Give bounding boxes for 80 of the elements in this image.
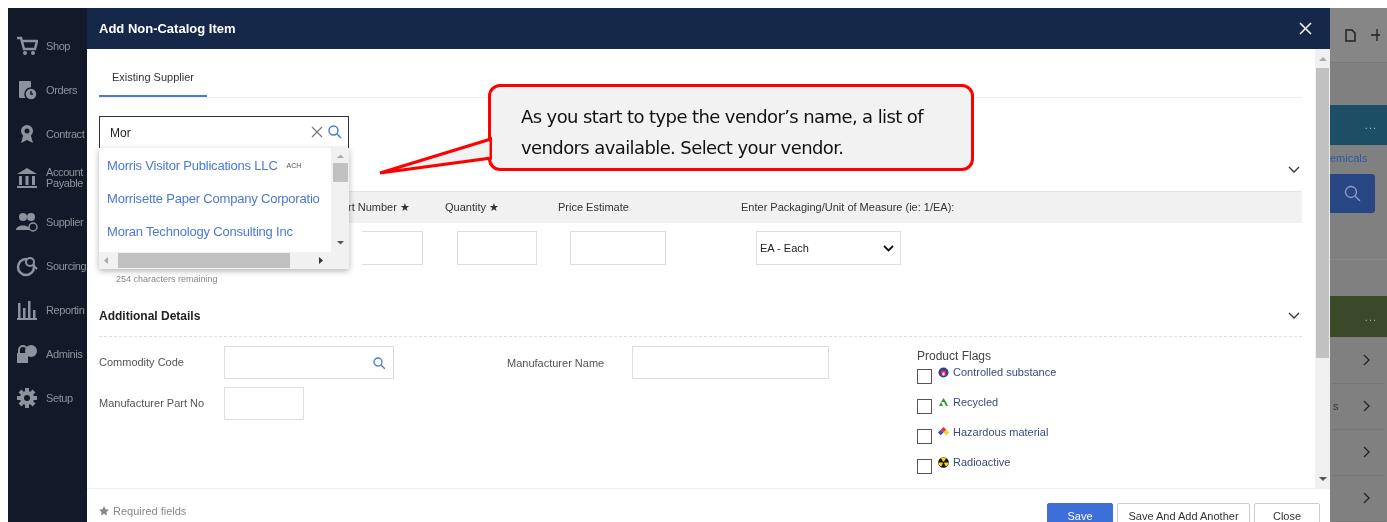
column-header: Quantity ★ xyxy=(445,201,500,214)
field-label: Manufacturer Name xyxy=(507,356,606,371)
search-field[interactable]: Mor xyxy=(99,116,349,149)
checkbox[interactable] xyxy=(917,459,932,474)
field-label: Product Flags xyxy=(917,349,993,363)
button[interactable]: Save xyxy=(1047,503,1113,522)
scrollbar[interactable] xyxy=(331,148,349,252)
chevron-right-icon[interactable] xyxy=(1363,446,1371,459)
checkbox[interactable] xyxy=(917,369,932,384)
column-header: Price Estimate xyxy=(558,201,629,214)
suggestion-item[interactable]: Moran Technology Consulting Inc xyxy=(107,222,293,242)
input-field[interactable] xyxy=(457,231,537,265)
radiation-icon xyxy=(938,457,949,468)
building-icon xyxy=(938,367,949,378)
clear-icon[interactable] xyxy=(311,126,323,138)
sidebar-item[interactable]: Adminis xyxy=(46,348,82,360)
flag-label[interactable]: Hazardous material xyxy=(953,426,1049,438)
section-title: Additional Details xyxy=(99,307,201,325)
button[interactable]: Save And Add Another xyxy=(1117,503,1250,522)
input-field[interactable] xyxy=(632,346,829,379)
dialog-title: Add Non-Catalog Item xyxy=(99,19,236,38)
bank-icon[interactable] xyxy=(16,167,38,189)
input-field[interactable] xyxy=(224,346,394,379)
gear-icon[interactable] xyxy=(16,387,38,409)
diamond-icon xyxy=(938,427,949,438)
flag-label[interactable]: Controlled substance xyxy=(953,366,1057,378)
people-icon[interactable] xyxy=(16,211,38,233)
close-icon[interactable] xyxy=(1299,22,1312,35)
scrollbar[interactable] xyxy=(1315,49,1330,488)
chevron-down-icon[interactable] xyxy=(1288,311,1300,320)
cart-icon[interactable] xyxy=(16,35,38,57)
scroll-down-icon[interactable] xyxy=(1318,476,1327,482)
scroll-right-icon[interactable] xyxy=(319,257,323,264)
checkbox[interactable] xyxy=(917,429,932,444)
scrollbar[interactable] xyxy=(99,252,349,269)
search-icon[interactable] xyxy=(373,356,385,369)
search-icon xyxy=(1344,185,1361,203)
unit-select[interactable]: EA - Each xyxy=(756,231,901,265)
sidebar-item[interactable]: Orders xyxy=(46,84,82,96)
callout: As you start to type the vendor’s name, a list of vendors available. Select your vendor. xyxy=(488,84,974,171)
scrollbar-thumb[interactable] xyxy=(332,163,348,182)
globe-search-icon[interactable] xyxy=(16,255,38,277)
input-field[interactable] xyxy=(362,231,423,265)
input-field[interactable] xyxy=(224,387,304,420)
chevron-right-icon[interactable] xyxy=(1363,400,1371,413)
field-label: Commodity Code xyxy=(99,355,185,371)
search-button[interactable] xyxy=(1330,174,1375,213)
chevron-down-icon xyxy=(883,244,894,252)
required-note: Required fields xyxy=(113,504,187,519)
bar-chart-icon[interactable] xyxy=(16,299,38,321)
field-label: Manufacturer Part No xyxy=(99,396,206,412)
document-icon[interactable] xyxy=(1344,27,1357,43)
plus-icon[interactable] xyxy=(1371,29,1380,41)
column-header: rt Number ★ xyxy=(348,201,410,214)
search-icon[interactable] xyxy=(328,125,342,139)
flag-label[interactable]: Recycled xyxy=(953,396,999,408)
sidebar-item[interactable]: Supplier xyxy=(46,216,82,228)
checkbox[interactable] xyxy=(917,399,932,414)
more-menu[interactable]: ... xyxy=(1364,117,1377,134)
flag-label[interactable]: Radioactive xyxy=(953,456,1011,468)
input-field[interactable] xyxy=(570,231,666,265)
chevron-right-icon[interactable] xyxy=(1363,353,1371,366)
column-header: Enter Packaging/Unit of Measure (ie: 1/EA): xyxy=(741,201,955,214)
chevron-right-icon[interactable] xyxy=(1363,492,1371,505)
helper-text: 254 characters remaining xyxy=(115,273,219,286)
star-icon xyxy=(99,506,109,517)
sidebar-item[interactable]: Shop xyxy=(46,40,82,52)
button[interactable]: Close xyxy=(1254,503,1320,522)
suggestion-item[interactable]: Morrisette Paper Company Corporatio xyxy=(107,189,320,209)
scrollbar-thumb[interactable] xyxy=(1316,68,1329,358)
suggestion-item[interactable]: Morris Visitor Publications LLC xyxy=(107,156,278,176)
more-menu[interactable]: ... xyxy=(1364,308,1377,326)
scroll-down-icon[interactable] xyxy=(336,240,344,245)
tab[interactable]: Existing Supplier xyxy=(99,68,207,97)
row-label: s xyxy=(1333,398,1339,414)
chevron-down-icon[interactable] xyxy=(1288,166,1300,174)
sidebar-item[interactable]: Account Payable xyxy=(46,167,82,189)
scrollbar-thumb[interactable] xyxy=(118,253,290,268)
sidebar-item[interactable]: Setup xyxy=(46,392,82,404)
clipboard-clock-icon[interactable] xyxy=(16,79,38,101)
